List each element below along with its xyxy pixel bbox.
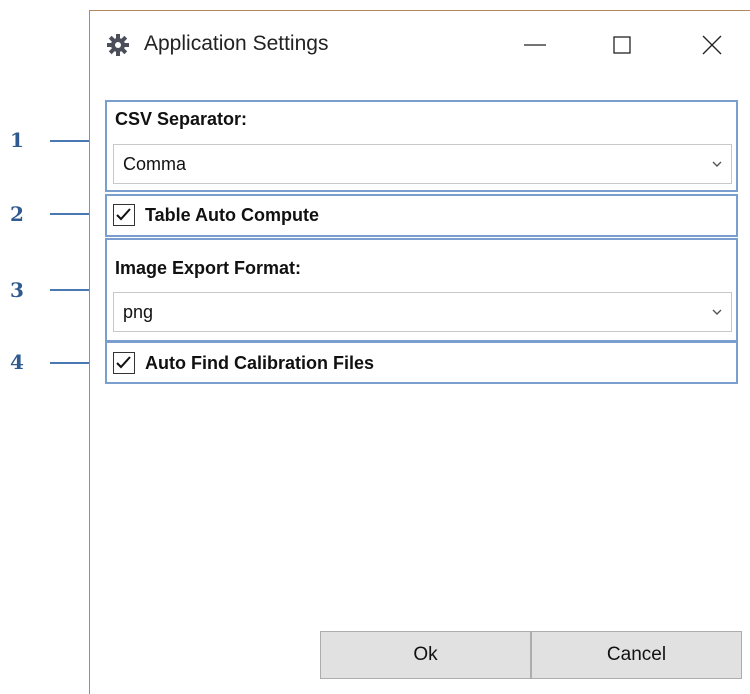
chevron-down-icon	[712, 309, 722, 315]
ok-button-label: Ok	[413, 644, 438, 665]
settings-window: Application Settings CSV Separator: Comm…	[89, 10, 750, 694]
callout-2: 2	[10, 202, 24, 226]
table-auto-compute-label[interactable]: Table Auto Compute	[145, 205, 319, 226]
callout-3: 3	[10, 278, 24, 302]
maximize-button[interactable]	[600, 23, 644, 67]
maximize-icon	[613, 36, 631, 54]
csv-separator-label: CSV Separator:	[115, 109, 248, 129]
auto-find-calibration-label[interactable]: Auto Find Calibration Files	[145, 353, 374, 374]
gear-icon	[106, 33, 130, 57]
checkmark-icon	[116, 356, 131, 369]
ok-button[interactable]: Ok	[320, 631, 531, 679]
checkmark-icon	[116, 208, 131, 221]
cancel-button[interactable]: Cancel	[531, 631, 742, 679]
table-auto-compute-checkbox[interactable]	[113, 204, 135, 226]
auto-find-calibration-group: Auto Find Calibration Files	[105, 341, 738, 384]
image-export-format-dropdown[interactable]: png	[113, 292, 732, 332]
callout-4: 4	[10, 350, 24, 374]
minimize-icon	[524, 44, 546, 46]
window-title: Application Settings	[144, 32, 329, 55]
close-button[interactable]	[690, 23, 734, 67]
title-bar[interactable]: Application Settings	[90, 11, 750, 79]
csv-separator-dropdown[interactable]: Comma	[113, 144, 732, 184]
table-auto-compute-group: Table Auto Compute	[105, 194, 738, 237]
csv-separator-group: CSV Separator: Comma	[105, 100, 738, 192]
close-icon	[702, 35, 722, 55]
chevron-down-icon	[712, 161, 722, 167]
cancel-button-label: Cancel	[606, 644, 667, 665]
image-export-format-value: png	[123, 302, 154, 322]
auto-find-calibration-checkbox[interactable]	[113, 352, 135, 374]
minimize-button[interactable]	[513, 23, 557, 67]
csv-separator-value: Comma	[123, 154, 187, 174]
image-export-format-label: Image Export Format:	[115, 258, 302, 278]
image-export-format-group: Image Export Format: png	[105, 238, 738, 342]
callout-1: 1	[10, 128, 24, 152]
